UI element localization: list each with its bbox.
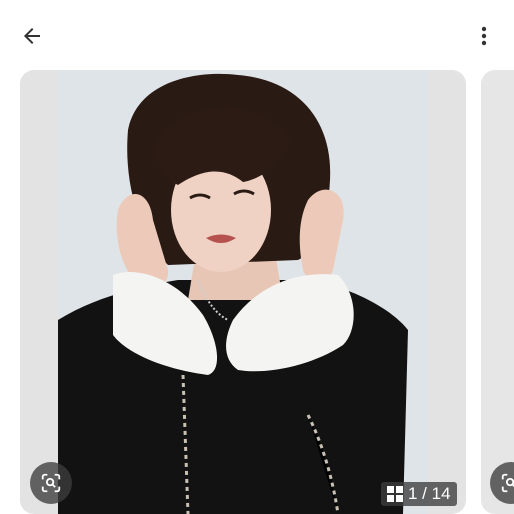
image-counter[interactable]: 1 / 14 (381, 482, 457, 506)
image-carousel[interactable]: 1 / 14 (0, 70, 514, 514)
image-card-current[interactable]: 1 / 14 (20, 70, 466, 514)
visual-search-icon (41, 473, 61, 493)
arrow-back-icon (24, 28, 40, 44)
image-card-next[interactable] (481, 70, 514, 514)
visual-search-button-next[interactable] (490, 462, 514, 504)
image-viewer-screen: 1 / 14 (0, 0, 514, 514)
image-grid-icon (387, 486, 403, 502)
result-photo[interactable] (58, 70, 428, 514)
top-app-bar (0, 0, 514, 70)
back-button[interactable] (14, 18, 50, 54)
visual-search-button[interactable] (30, 462, 72, 504)
more-options-button[interactable] (466, 18, 502, 54)
more-vert-icon (481, 26, 487, 46)
visual-search-icon (501, 473, 514, 493)
image-counter-label: 1 / 14 (408, 484, 451, 503)
